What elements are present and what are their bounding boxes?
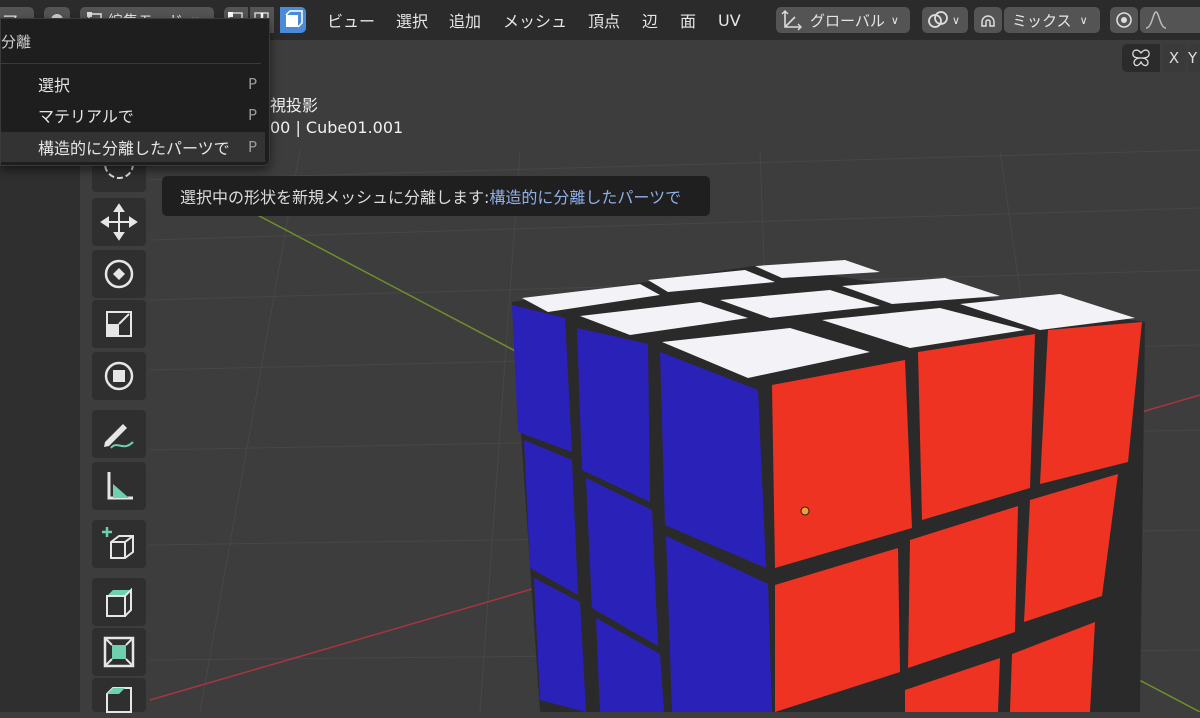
menu-item-label: マテリアルで	[38, 107, 134, 126]
menu-item-by-material[interactable]: マテリアルで P	[1, 100, 265, 130]
snap-toggle-button[interactable]	[974, 7, 1002, 33]
menu-uv[interactable]: UV	[718, 6, 741, 34]
menu-item-label: 選択	[38, 76, 71, 95]
menu-item-selection[interactable]: 選択 P	[1, 69, 265, 99]
tool-bevel[interactable]	[92, 678, 146, 713]
mirror-toggle-button[interactable]	[1122, 44, 1160, 72]
object-info-label: 00 | Cube01.001	[270, 118, 404, 137]
pencil-icon	[104, 424, 134, 449]
pivot-point-dropdown[interactable]: ∨	[922, 7, 968, 33]
tool-scale[interactable]	[92, 300, 146, 348]
orientation-axes-icon	[781, 10, 802, 31]
menu-item-by-loose-parts[interactable]: 構造的に分離したパーツで P	[1, 132, 265, 162]
tool-measure[interactable]	[92, 462, 146, 510]
inset-icon	[103, 636, 135, 668]
face-select-icon	[285, 10, 303, 28]
tool-add-cube[interactable]	[92, 520, 146, 568]
menu-title: 分離	[1, 33, 32, 51]
snap-mode-label: ミックス	[1012, 11, 1072, 30]
move-arrows-icon	[100, 203, 138, 241]
chevron-down-icon: ∨	[952, 13, 961, 27]
proportional-edit-button[interactable]	[1110, 7, 1138, 33]
menu-divider	[1, 63, 261, 64]
menu-vertex[interactable]: 頂点	[588, 6, 620, 34]
menu-edge[interactable]: 辺	[642, 6, 658, 34]
projection-label: 視投影	[270, 96, 319, 115]
object-origin-dot[interactable]	[800, 506, 810, 516]
tool-rotate[interactable]	[92, 250, 146, 298]
menu-face[interactable]: 面	[680, 6, 696, 34]
chevron-down-icon: ∨	[1079, 13, 1088, 27]
rotate-icon	[104, 259, 134, 289]
menu-select[interactable]: 選択	[396, 6, 428, 34]
menu-item-label: 構造的に分離したパーツで	[38, 139, 230, 158]
tool-inset[interactable]	[92, 628, 146, 676]
cube-right-sticker	[1040, 322, 1142, 484]
mirror-x-button[interactable]: X	[1162, 44, 1186, 72]
add-cube-icon	[102, 527, 134, 559]
ruler-icon	[107, 472, 133, 500]
mirror-y-button[interactable]: Y	[1188, 44, 1200, 72]
menu-add[interactable]: 追加	[449, 6, 481, 34]
bevel-icon	[106, 687, 132, 713]
tooltip-highlight: 構造的に分離したパーツで	[489, 188, 682, 207]
extrude-icon	[106, 587, 132, 617]
tooltip: 選択中の形状を新規メッシュに分離します: 構造的に分離したパーツで	[162, 176, 710, 216]
menu-mesh[interactable]: メッシュ	[503, 6, 567, 34]
transform-icon	[104, 361, 134, 391]
link-rings-icon	[928, 11, 948, 28]
menu-item-shortcut: P	[247, 75, 257, 93]
chevron-down-icon: ∨	[890, 13, 899, 27]
proportional-edit-icon	[1116, 12, 1132, 28]
menu-view[interactable]: ビュー	[327, 6, 375, 34]
butterfly-icon	[1132, 49, 1150, 67]
tool-transform[interactable]	[92, 352, 146, 400]
separate-menu: 分離 選択 P マテリアルで P 構造的に分離したパーツで P	[0, 18, 270, 166]
magnet-icon	[981, 15, 995, 27]
orientation-label: グローバル	[810, 11, 885, 30]
scale-icon	[106, 311, 132, 337]
rubiks-cube	[512, 260, 1145, 712]
tool-annotate[interactable]	[92, 410, 146, 458]
tool-extrude[interactable]	[92, 578, 146, 626]
snap-mode-dropdown[interactable]: ミックス ∨	[1004, 7, 1100, 33]
tool-move[interactable]	[92, 198, 146, 246]
falloff-dropdown[interactable]	[1140, 7, 1200, 33]
cube-left-sticker	[512, 305, 572, 452]
transform-orientation-dropdown[interactable]: グローバル ∨	[776, 7, 910, 33]
falloff-curve-icon	[1145, 11, 1167, 29]
menu-item-shortcut: P	[247, 138, 257, 156]
menu-item-shortcut: P	[247, 106, 257, 124]
tooltip-text: 選択中の形状を新規メッシュに分離します:	[180, 188, 490, 207]
face-select-button[interactable]	[280, 7, 306, 33]
